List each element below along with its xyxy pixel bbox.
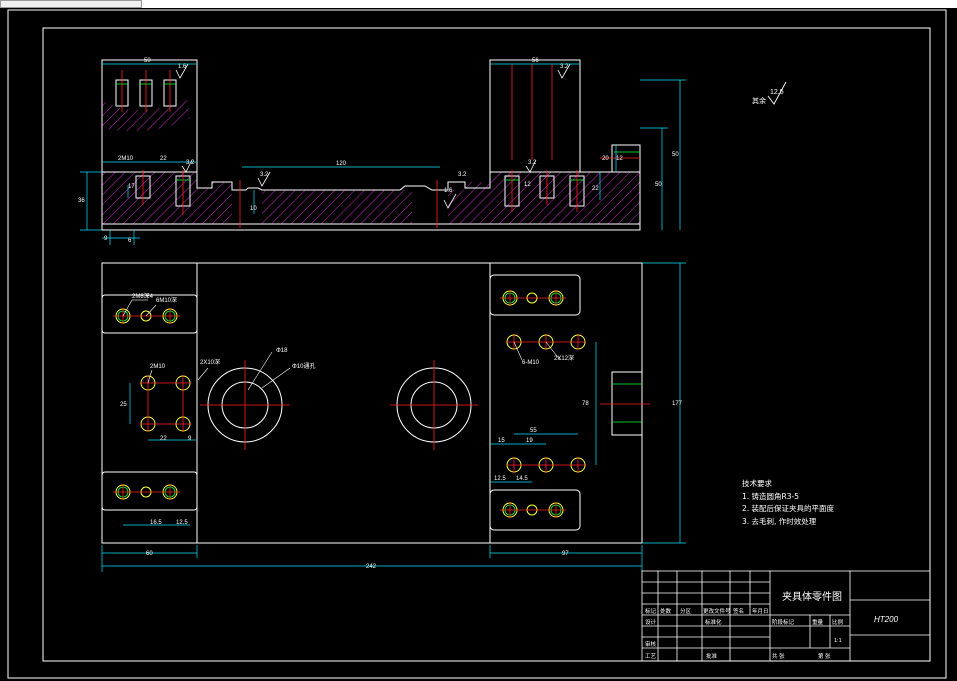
technical-requirements: 技术要求 1. 铸造圆角R3-5 2. 装配后保证夹具的平面度 3. 去毛刺, … [742,478,834,528]
section-hatch-middle [262,190,412,224]
dim-step1: 17 [128,184,135,190]
tb-sign: 签名 [733,607,744,615]
dim-base-b: 6 [128,238,132,244]
dim-left-b: 22 [160,156,167,162]
rough-r3: 3.2 [260,172,269,178]
dim-overall-h: 36 [78,198,85,204]
dim-slot: 120 [336,161,347,167]
dim-right-small: 20 [602,156,609,162]
dim-overall-w: 242 [366,564,377,570]
dim-d9: 9 [188,436,192,442]
dim-height: 177 [672,401,683,407]
rough-r7: 1.6 [444,188,453,194]
label-e: Φ18 [276,348,288,354]
notes-item-3: 3. 去毛刺, 作时效处理 [742,516,817,526]
label-g: 6-M10 [522,360,540,366]
tb-zone: 分区 [680,607,692,615]
dim-h-lo2: 12 [524,182,531,188]
dim-d12b: 12.5 [494,476,506,482]
dim-right-top: 56 [532,58,539,64]
tb-sheets: 共 张 [772,652,785,660]
tb-mark: 标记 [645,607,657,615]
dim-d19: 19 [526,438,533,444]
tb-drawing-name: 夹具体零件图 [782,590,842,603]
surface-roughness-symbol: 12.5 其余 [752,81,787,105]
tb-design: 设计 [645,618,657,626]
dim-h-lo: 12 [616,156,623,162]
front-section-view [80,59,686,245]
rough-r1: 1.6 [178,64,187,70]
tb-change: 更改文件号 [703,607,731,615]
label-b: 6M10深 [156,296,177,304]
dim-d12: 12.5 [176,520,188,526]
dim-h-right2: 50 [655,182,662,188]
tb-count: 处数 [660,607,672,615]
dim-d16: 16.5 [150,520,162,526]
tb-scale: 比例 [832,618,844,626]
notes-title: 技术要求 [742,479,772,488]
dim-d78: 78 [582,401,589,407]
tb-standard: 标准化 [705,618,722,626]
plan-view [101,262,686,572]
rough-r2: 3.2 [186,160,195,166]
dim-d22: 22 [160,436,167,442]
rough-r5: 3.2 [560,64,569,70]
label-c: 2M10 [150,364,166,370]
tb-scale-value: 1:1 [834,638,842,644]
tb-audit: 审核 [645,640,657,648]
dim-h-right1: 50 [672,152,679,158]
dim-base-a: 9 [104,236,108,242]
dim-left-a: 2M10 [118,156,134,162]
section-hatch-left [102,172,232,224]
plan-labels: 2M8深4 6M10深 2M10 2X10深 Φ18 Φ10通孔 6-M10 2… [120,292,683,570]
cad-drawing-canvas[interactable]: 50 56 120 2M10 22 36 17 50 50 20 22 9 6 … [0,0,957,681]
dim-left-w: 60 [146,551,153,557]
tb-date: 年月日 [752,607,769,615]
roughness-value: 12.5 [770,89,784,96]
rough-r4: 3.2 [528,160,537,166]
title-block-text: 标记 处数 分区 更改文件号 签名 年月日 设计 标准化 阶段标记 重量 比例 … [645,590,899,660]
dim-step2: 22 [592,186,599,192]
notes-item-2: 2. 装配后保证夹具的平面度 [742,504,835,513]
dim-d25: 25 [120,402,127,408]
label-f: Φ10通孔 [292,362,315,370]
label-d: 2X10深 [200,358,220,366]
tb-material: HT200 [874,615,899,624]
dim-left-top: 50 [144,58,151,64]
rough-r6: 3.2 [458,172,467,178]
dim-right-w: 97 [562,551,569,557]
label-a: 2M8深4 [132,292,154,300]
dim-h-mid: 10 [250,206,257,212]
dim-d55: 55 [530,428,537,434]
tb-approve: 批准 [706,652,718,660]
dim-d15: 15 [498,438,505,444]
tb-weight: 重量 [812,618,824,626]
roughness-label: 其余 [752,96,766,105]
label-h: 2X12深 [554,354,574,362]
notes-item-1: 1. 铸造圆角R3-5 [742,491,800,501]
tb-stage: 阶段标记 [772,618,795,626]
dim-d14: 14.5 [516,476,528,482]
tb-sheet: 第 张 [818,652,831,660]
tb-process: 工艺 [645,653,657,660]
